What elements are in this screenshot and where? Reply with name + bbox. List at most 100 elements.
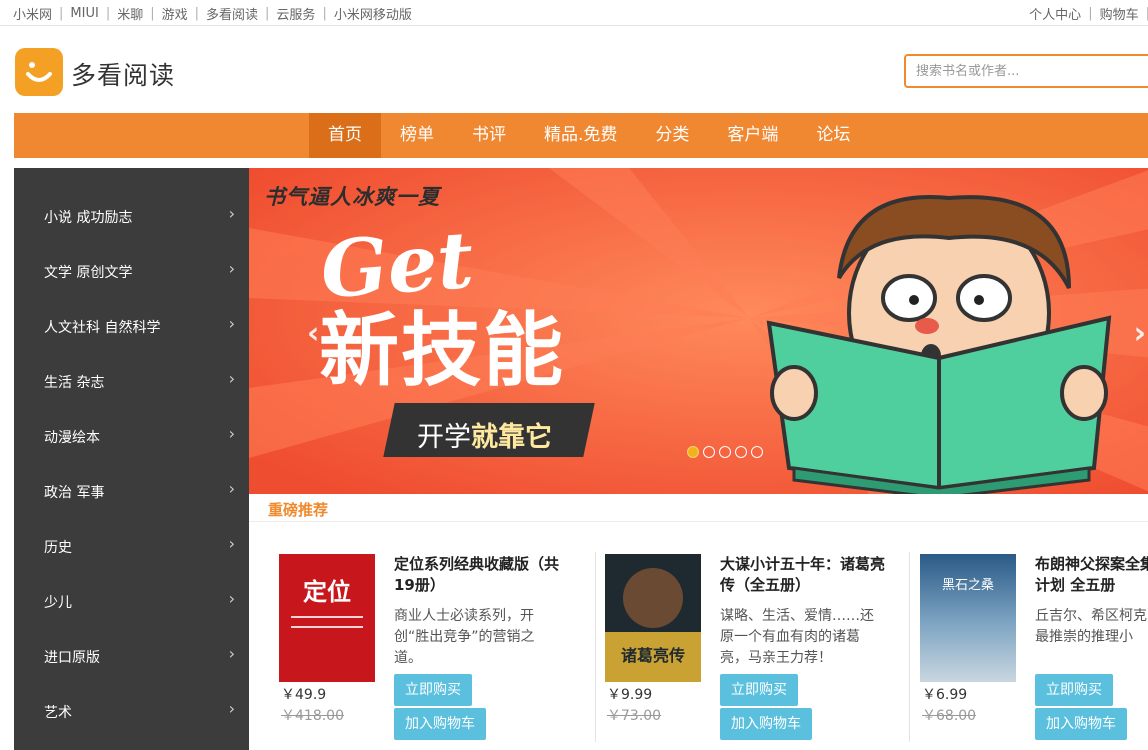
nav-free[interactable]: 精品.免费 <box>525 113 636 158</box>
book-card: 黑石之桑 ￥6.99 ￥68.00 布朗神父探案全集古登堡计划 全五册 丘吉尔、… <box>920 522 1148 750</box>
chevron-right-icon: › <box>228 369 235 388</box>
chevron-right-icon: › <box>228 314 235 333</box>
add-to-cart-button[interactable]: 加入购物车 <box>394 708 486 740</box>
category-sidebar: 小说 成功励志 › 文学 原创文学 › 人文社科 自然科学 › 生活 杂志 › 动漫绘本… <box>14 168 249 750</box>
nav-rankings[interactable]: 榜单 <box>381 113 453 158</box>
sidebar-item-history[interactable]: 历史 › <box>14 518 249 573</box>
book-cover[interactable]: 诸葛亮传 <box>605 554 701 682</box>
price: ￥6.99 <box>922 687 968 703</box>
category-label: 人文社科 自然科学 <box>44 320 161 336</box>
cover-title: 定位 <box>303 578 351 606</box>
link-mi-store[interactable]: 小米网 <box>13 4 52 23</box>
banner-headline: 新技能 <box>319 304 565 397</box>
chevron-right-icon: › <box>228 699 235 718</box>
top-utility-bar: 小米网 | MIUI | 米聊 | 游戏 | 多看阅读 | 云服务 | 小米网移动版 个人中… <box>0 0 1148 26</box>
price: ￥9.99 <box>607 687 653 703</box>
sidebar-item-comics[interactable]: 动漫绘本 › <box>14 408 249 463</box>
book-title[interactable]: 布朗神父探案全集古登堡计划 全五册 <box>1035 554 1148 596</box>
divider: | <box>322 6 327 21</box>
link-miliao[interactable]: 米聊 <box>117 4 143 23</box>
banner-cta-emphasis: 就靠它 <box>471 422 552 453</box>
link-duokan[interactable]: 多看阅读 <box>206 4 258 23</box>
sidebar-item-children[interactable]: 少儿 › <box>14 573 249 628</box>
sidebar-item-art[interactable]: 艺术 › <box>14 683 249 738</box>
site-links: 小米网 | MIUI | 米聊 | 游戏 | 多看阅读 | 云服务 | 小米网移动版 <box>13 4 412 23</box>
divider: | <box>265 6 270 21</box>
cover-portrait <box>623 568 683 628</box>
search-box[interactable] <box>904 54 1148 88</box>
banner-tag: 书气逼人冰爽一夏 <box>264 185 440 209</box>
link-cart[interactable]: 购物车 <box>1100 4 1139 23</box>
sidebar-item-politics[interactable]: 政治 军事 › <box>14 463 249 518</box>
slide-dot-5[interactable] <box>751 446 763 458</box>
sidebar-item-humanities[interactable]: 人文社科 自然科学 › <box>14 298 249 353</box>
chevron-right-icon: › <box>228 534 235 553</box>
sidebar-item-fiction[interactable]: 小说 成功励志 › <box>14 188 249 243</box>
category-label: 动漫绘本 <box>44 430 100 446</box>
slide-dot-2[interactable] <box>703 446 715 458</box>
sidebar-item-lifestyle[interactable]: 生活 杂志 › <box>14 353 249 408</box>
nav-reviews[interactable]: 书评 <box>453 113 525 158</box>
slide-dot-3[interactable] <box>719 446 731 458</box>
chevron-right-icon: › <box>228 204 235 223</box>
sidebar-item-literature[interactable]: 文学 原创文学 › <box>14 243 249 298</box>
chevron-right-icon: › <box>228 259 235 278</box>
divider: | <box>105 6 111 21</box>
link-miui[interactable]: MIUI <box>70 6 98 21</box>
banner-cta-prefix: 开学 <box>417 422 471 453</box>
original-price: ￥68.00 <box>922 708 977 724</box>
book-desc: 谋略、生活、爱情……还原一个有血有肉的诸葛亮，马亲王力荐！ <box>720 608 874 666</box>
buy-now-button[interactable]: 立即购买 <box>394 674 472 706</box>
slide-dot-1[interactable] <box>687 446 699 458</box>
hero-banner[interactable]: 书气逼人冰爽一夏 Get 新技能 开学就靠它 ‹ › <box>249 168 1148 494</box>
book-desc: 商业人士必读系列，开创“胜出竞争”的营销之道。 <box>394 608 535 666</box>
cover-rule <box>291 626 363 628</box>
link-mobile[interactable]: 小米网移动版 <box>334 4 412 23</box>
category-label: 进口原版 <box>44 650 100 666</box>
book-desc: 丘吉尔、希区柯克、斯蒂最推崇的推理小 <box>1035 608 1148 645</box>
account-links: 个人中心| 购物车| 登 <box>1029 4 1148 23</box>
slide-dot-4[interactable] <box>735 446 747 458</box>
add-to-cart-button[interactable]: 加入购物车 <box>1035 708 1127 740</box>
category-label: 历史 <box>44 540 72 556</box>
buy-now-button[interactable]: 立即购买 <box>720 674 798 706</box>
chevron-right-icon[interactable]: › <box>1134 316 1146 351</box>
book-cover[interactable]: 定位 <box>279 554 375 682</box>
recommend-list: 定位 ￥49.9 ￥418.00 定位系列经典收藏版（共19册） 商业人士必读系… <box>249 522 1148 750</box>
add-to-cart-button[interactable]: 加入购物车 <box>720 708 812 740</box>
nav-forum[interactable]: 论坛 <box>797 113 869 158</box>
section-title: 重磅推荐 <box>268 501 329 519</box>
brand-name[interactable]: 多看阅读 <box>71 56 175 92</box>
category-label: 政治 军事 <box>44 485 105 501</box>
original-price: ￥418.00 <box>281 708 344 724</box>
search-input[interactable] <box>906 56 1136 86</box>
chevron-right-icon: › <box>228 479 235 498</box>
link-games[interactable]: 游戏 <box>162 4 188 23</box>
slide-indicators <box>687 446 767 458</box>
divider <box>909 552 910 742</box>
logo-smile-icon[interactable] <box>15 48 63 96</box>
category-label: 生活 杂志 <box>44 375 105 391</box>
book-cover[interactable]: 黑石之桑 <box>920 554 1016 682</box>
book-title[interactable]: 大谋小计五十年：诸葛亮传（全五册） <box>720 554 892 596</box>
nav-client[interactable]: 客户端 <box>708 113 797 158</box>
chevron-left-icon[interactable]: ‹ <box>307 316 319 351</box>
nav-home[interactable]: 首页 <box>309 113 381 158</box>
category-label: 小说 成功励志 <box>44 210 133 226</box>
divider: | <box>194 6 200 21</box>
link-user-center[interactable]: 个人中心 <box>1029 4 1081 23</box>
buy-now-button[interactable]: 立即购买 <box>1035 674 1113 706</box>
cover-rule <box>291 616 363 618</box>
cover-title: 黑石之桑 <box>941 578 994 593</box>
book-title[interactable]: 定位系列经典收藏版（共19册） <box>394 554 566 596</box>
main-nav: 首页 榜单 书评 精品.免费 分类 客户端 论坛 <box>14 113 1148 158</box>
divider: | <box>150 6 155 21</box>
category-label: 艺术 <box>44 705 72 721</box>
price: ￥49.9 <box>281 687 327 703</box>
chevron-right-icon: › <box>228 424 235 443</box>
chevron-right-icon: › <box>228 589 235 608</box>
nav-categories[interactable]: 分类 <box>636 113 708 158</box>
sidebar-item-imported[interactable]: 进口原版 › <box>14 628 249 683</box>
link-cloud[interactable]: 云服务 <box>276 4 315 23</box>
divider: | <box>59 6 64 21</box>
